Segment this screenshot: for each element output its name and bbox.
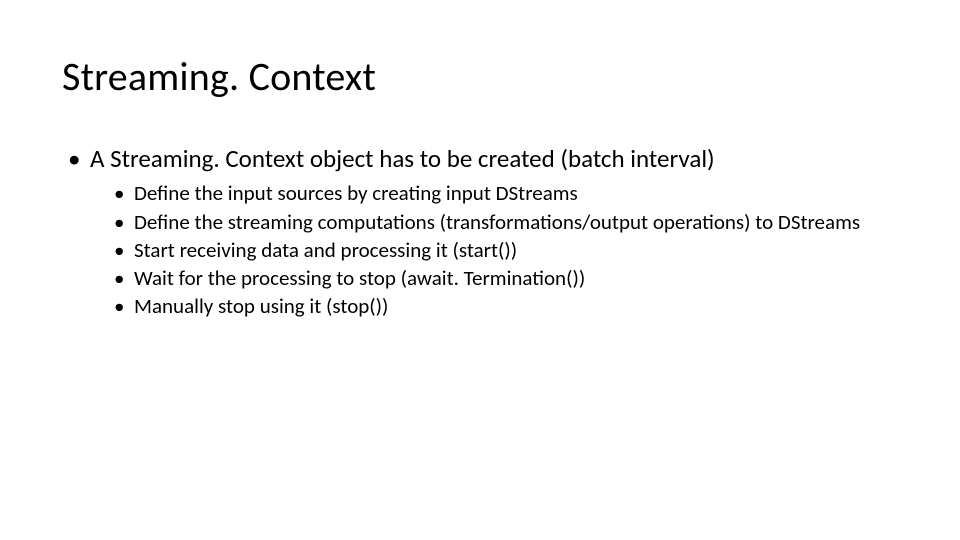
list-item-text: Define the input sources by creating inp… (134, 180, 578, 206)
bullet-list-level2: Define the input sources by creating inp… (90, 180, 900, 319)
slide: Streaming. Context A Streaming. Context … (0, 0, 960, 540)
list-item-text: Manually stop using it (stop()) (134, 293, 388, 319)
list-item: Define the input sources by creating inp… (114, 180, 900, 206)
list-item: Manually stop using it (stop()) (114, 293, 900, 319)
list-item: Define the streaming computations (trans… (114, 209, 900, 235)
list-item-text: A Streaming. Context object has to be cr… (90, 143, 715, 174)
list-item-text: Wait for the processing to stop (await. … (134, 265, 585, 291)
list-item: A Streaming. Context object has to be cr… (68, 143, 900, 320)
list-item-text: Define the streaming computations (trans… (134, 209, 860, 235)
slide-title: Streaming. Context (62, 55, 900, 99)
bullet-list-level1: A Streaming. Context object has to be cr… (60, 143, 900, 320)
list-item: Wait for the processing to stop (await. … (114, 265, 900, 291)
list-item: Start receiving data and processing it (… (114, 237, 900, 263)
list-item-text: Start receiving data and processing it (… (134, 237, 517, 263)
